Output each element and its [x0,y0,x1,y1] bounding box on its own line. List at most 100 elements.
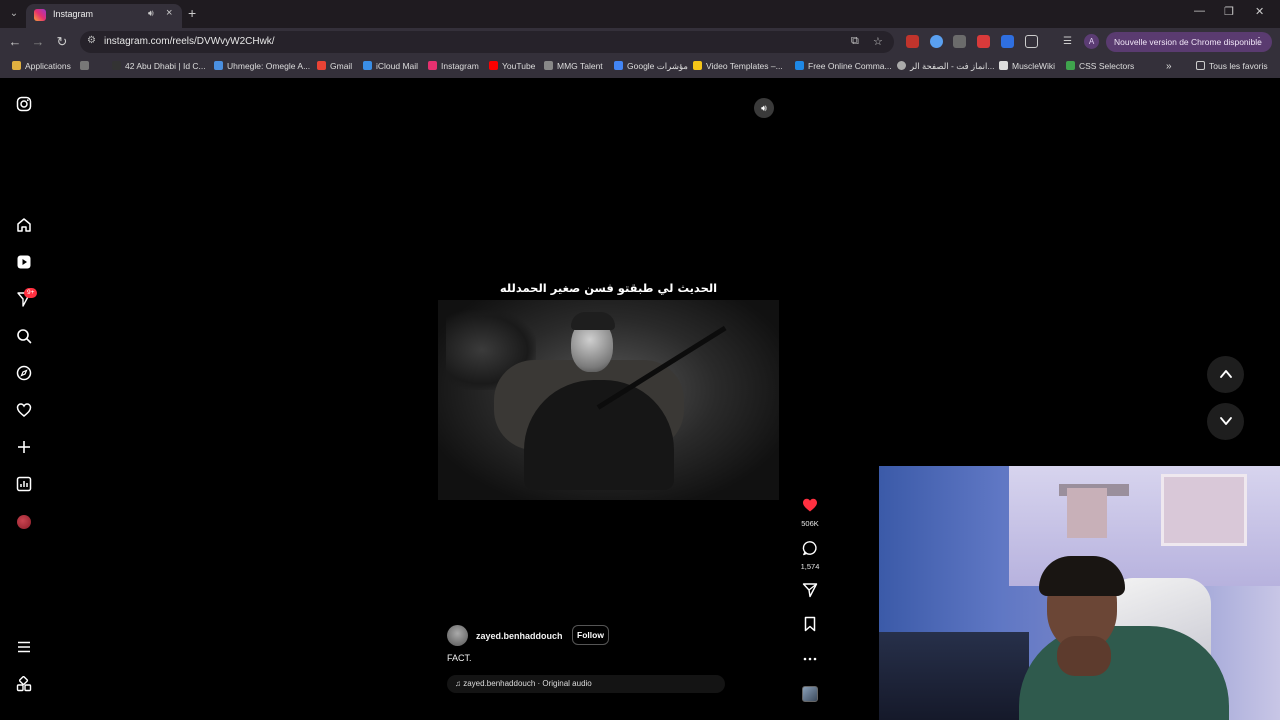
home-icon[interactable] [16,217,32,233]
window-minimize-button[interactable]: — [1194,5,1205,17]
bookmark-favicon-icon [999,61,1008,70]
bookmark-label: Video Templates –... [706,61,783,71]
profile-avatar[interactable]: A [1084,34,1099,49]
tab-close-icon[interactable]: × [166,7,172,19]
menu-dots-icon[interactable]: ⋮ [1254,36,1264,47]
bookmark-label: iCloud Mail [376,61,419,71]
bookmark-item[interactable]: CSS Selectors [1066,61,1134,73]
browser-tab-instagram[interactable]: Instagram 🔊︎ × [26,4,182,28]
bookmark-label: YouTube [502,61,536,71]
install-app-icon[interactable]: ⧉ [851,35,859,48]
window-close-button[interactable]: ✕ [1255,5,1264,18]
reel-video-frame[interactable] [438,300,779,500]
bookmark-label: انماز فت - الصفحة الر... [910,61,995,71]
folder-icon [1196,61,1205,70]
more-menu-icon[interactable] [16,639,32,655]
reload-icon[interactable]: ↻ [54,34,70,50]
audio-toggle-icon[interactable]: 🔊︎ [754,98,774,118]
bookmark-favicon-icon [1066,61,1075,70]
reel-overlay-text: الحديث لي طبقتو فسن صغير الحمدلله [499,281,718,295]
all-bookmarks-folder[interactable]: Tous les favoris [1196,61,1268,73]
comment-count: 1,574 [800,562,820,571]
site-info-icon[interactable]: ⚙ [87,35,96,46]
like-button[interactable]: 506K [798,497,822,528]
creator-avatar[interactable] [447,625,468,646]
extension-icon[interactable] [906,35,919,48]
extension-icon[interactable] [930,35,943,48]
reel-caption: FACT. [447,653,472,663]
bookmark-item[interactable]: MuscleWiki [999,61,1055,73]
tab-search-icon[interactable]: ⌄ [6,6,22,22]
bookmark-item[interactable]: iCloud Mail [363,61,418,73]
original-audio-link[interactable]: ♫ zayed.benhaddouch · Original audio [447,675,725,693]
reading-list-icon[interactable]: ☰ [1061,35,1074,48]
url-text[interactable]: instagram.com/reels/DVWvyW2CHwk/ [104,36,275,47]
reels-icon[interactable] [16,254,32,270]
bookmark-label: MMG Talent [557,61,603,71]
apps-grid-icon [12,61,21,70]
bookmark-item[interactable]: Video Templates –... [693,61,783,73]
bookmark-item[interactable]: Free Online Comma... [795,61,892,73]
like-count: 506K [801,519,819,528]
bookmark-item[interactable]: Gmail [317,61,352,73]
bookmark-favicon-icon [214,61,223,70]
explore-compass-icon[interactable] [16,365,32,381]
webcam-overlay [879,466,1280,720]
gmail-icon [317,61,326,70]
comment-button[interactable]: 1,574 [798,540,822,571]
extension-icon[interactable] [1001,35,1014,48]
webcam-person-hair [1039,556,1125,596]
notifications-heart-icon[interactable] [16,402,32,418]
bookmark-label: Free Online Comma... [808,61,892,71]
bookmark-item[interactable]: Applications [12,61,71,73]
new-tab-button[interactable]: + [188,5,196,21]
bookmark-label: Uhmegle: Omegle A... [227,61,311,71]
dashboard-icon[interactable] [16,476,32,492]
tab-title: Instagram [53,9,94,19]
also-from-meta-icon[interactable] [16,675,32,692]
profile-avatar[interactable] [17,515,31,529]
save-button[interactable] [798,616,822,637]
bookmark-item[interactable]: Instagram [428,61,479,73]
bookmark-label: CSS Selectors [1079,61,1135,71]
bookmark-star-icon[interactable]: ☆ [873,35,883,48]
extension-icon[interactable] [977,35,990,48]
bookmark-item[interactable]: Uhmegle: Omegle A... [214,61,310,73]
tab-audio-icon[interactable]: 🔊︎ [148,8,154,19]
bookmark-item[interactable]: Google مؤشرات [614,61,688,73]
more-options-button[interactable] [798,651,822,672]
creator-username[interactable]: zayed.benhaddouch [476,631,563,641]
window-restore-button[interactable]: ❐ [1224,5,1234,18]
follow-button[interactable]: Follow [572,625,609,645]
bookmark-item[interactable]: YouTube [489,61,535,73]
create-plus-icon[interactable] [16,439,32,455]
bookmark-icon [804,616,816,632]
chrome-update-button[interactable]: Nouvelle version de Chrome disponible ⋮ [1106,32,1272,52]
extension-icon[interactable] [953,35,966,48]
forward-icon[interactable]: → [30,34,46,50]
bookmark-label: MuscleWiki [1012,61,1055,71]
share-button[interactable] [798,582,822,603]
bookmarks-bar: Applications 42 Abu Dhabi | Id C... Uhme… [0,56,1280,78]
browser-toolbar: ← → ↻ ⚙ instagram.com/reels/DVWvyW2CHwk/… [0,28,1280,56]
bookmark-label: Google مؤشرات [627,61,688,71]
instagram-logo-icon[interactable] [16,96,32,112]
bookmark-favicon-icon [544,61,553,70]
tab-groups-icon[interactable] [80,61,92,73]
audio-thumbnail[interactable] [802,686,818,702]
extensions-puzzle-icon[interactable] [1025,35,1038,48]
back-icon[interactable]: ← [7,34,23,50]
search-icon[interactable] [16,328,32,344]
bookmark-label: 42 Abu Dhabi | Id C... [125,61,206,71]
webcam-poster [1067,488,1107,538]
more-bookmarks-icon[interactable]: » [1166,61,1172,73]
bookmark-item[interactable]: انماز فت - الصفحة الر... [897,61,994,73]
previous-reel-button[interactable] [1207,356,1244,393]
bookmark-item[interactable]: MMG Talent [544,61,603,73]
icloud-icon [363,61,372,70]
bookmark-label: Instagram [441,61,479,71]
bookmark-item[interactable]: 42 Abu Dhabi | Id C... [112,61,206,73]
next-reel-button[interactable] [1207,403,1244,440]
address-bar[interactable]: ⚙ instagram.com/reels/DVWvyW2CHwk/ ⧉ ☆ [80,31,894,53]
reel-video-player[interactable]: الحديث لي طبقتو فسن صغير الحمدلله 🔊︎ [436,91,781,705]
